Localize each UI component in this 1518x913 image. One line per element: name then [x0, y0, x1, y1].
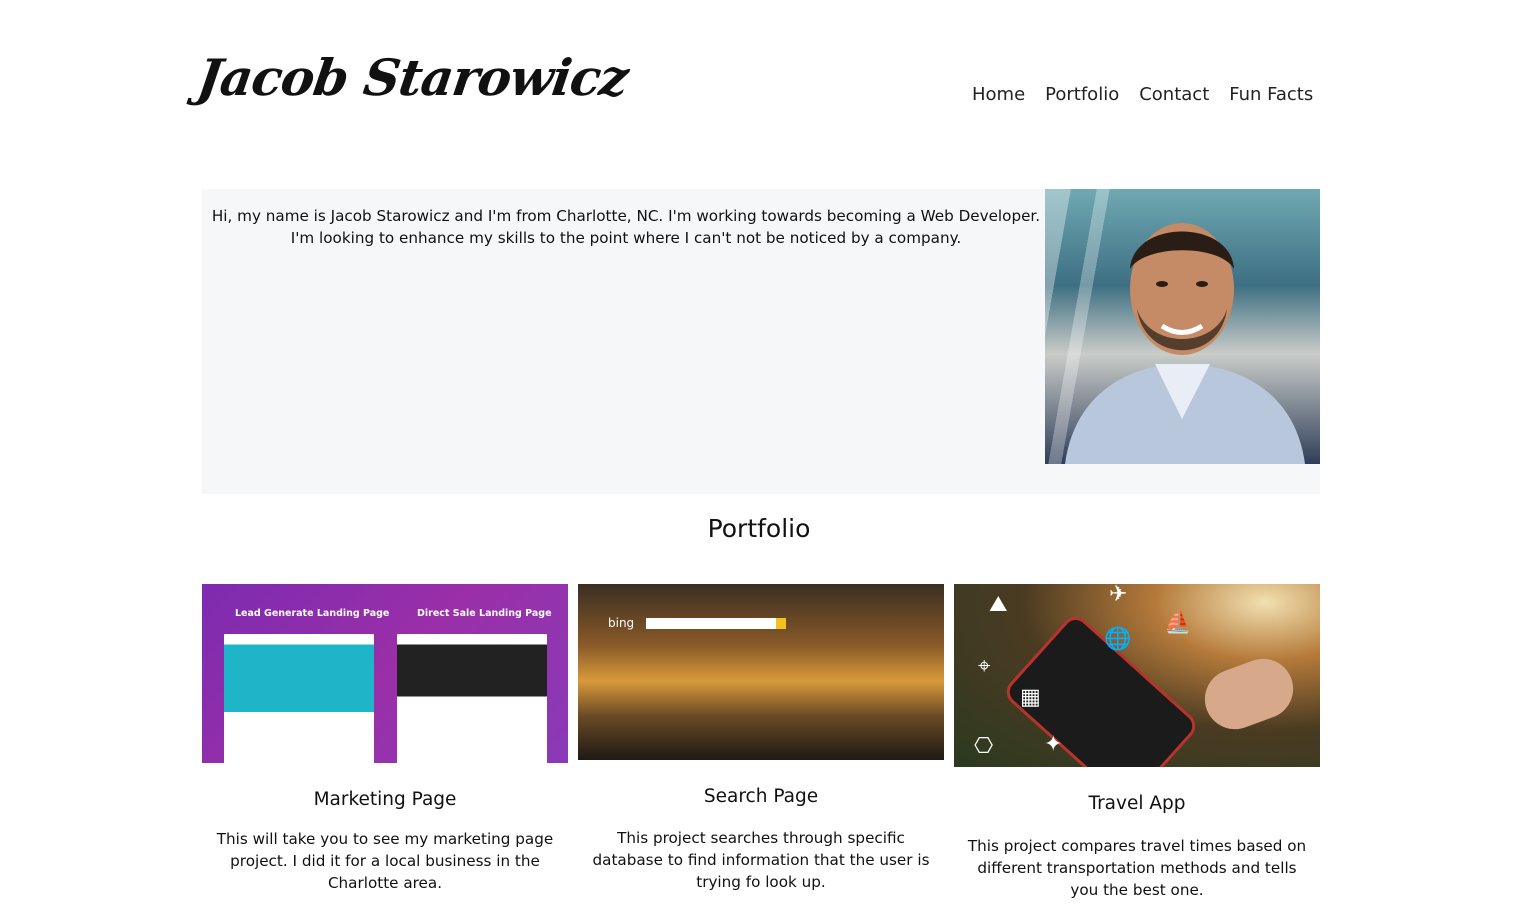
portfolio-heading: Portfolio	[707, 514, 811, 543]
marketing-page-thumbnail[interactable]: Lead Generate Landing Page Direct Sale L…	[202, 584, 568, 763]
map-pin-icon: ⌖	[978, 654, 991, 679]
thumb-search-box	[646, 618, 776, 629]
portfolio-card-search[interactable]: bing Search Page This project searches t…	[578, 584, 944, 893]
card-description: This project compares travel times based…	[967, 837, 1307, 899]
main-nav: Home Portfolio Contact Fun Facts	[972, 84, 1313, 105]
about-section: Hi, my name is Jacob Starowicz and I'm f…	[202, 189, 1320, 494]
nav-home-link[interactable]: Home	[972, 84, 1025, 105]
portrait-illustration	[1065, 223, 1305, 464]
bing-logo: bing	[608, 616, 635, 630]
thumb-search-icon	[776, 618, 786, 629]
globe-icon: 🌐	[1104, 627, 1132, 652]
thumb-label-lead: Lead Generate Landing Page	[235, 608, 390, 619]
mountain-icon: ⛰	[989, 592, 1008, 617]
portfolio-card-travel[interactable]: ⛰ 🌐 ✈ ⛵ ⌖ ▦ ⎔ ✦ Travel App This project …	[954, 584, 1320, 901]
card-title[interactable]: Travel App	[954, 793, 1320, 814]
search-page-thumbnail[interactable]: bing	[578, 584, 944, 760]
card-title[interactable]: Marketing Page	[202, 789, 568, 810]
calendar-icon: ▦	[1020, 685, 1041, 710]
airplane-icon: ✈	[1109, 584, 1128, 607]
nav-portfolio-link[interactable]: Portfolio	[1045, 84, 1119, 105]
portfolio-card-marketing[interactable]: Lead Generate Landing Page Direct Sale L…	[202, 584, 568, 894]
sailboat-icon: ⛵	[1164, 610, 1192, 635]
compass-icon: ✦	[1044, 732, 1063, 757]
card-description: This will take you to see my marketing p…	[216, 830, 554, 892]
thumb-label-direct: Direct Sale Landing Page	[417, 608, 552, 619]
travel-app-thumbnail[interactable]: ⛰ 🌐 ✈ ⛵ ⌖ ▦ ⎔ ✦	[954, 584, 1320, 767]
camera-icon: ⎔	[974, 734, 994, 759]
mini-page-left	[224, 634, 374, 763]
profile-photo	[1045, 189, 1320, 464]
nav-contact-link[interactable]: Contact	[1139, 84, 1209, 105]
card-title[interactable]: Search Page	[578, 786, 944, 807]
hand-image	[1196, 650, 1302, 738]
nav-fun-facts-link[interactable]: Fun Facts	[1229, 84, 1313, 105]
site-logo[interactable]: Jacob Starowicz	[194, 48, 632, 107]
card-description: This project searches through specific d…	[592, 829, 930, 891]
about-text: Hi, my name is Jacob Starowicz and I'm f…	[211, 207, 1041, 247]
mini-page-right	[397, 634, 547, 763]
